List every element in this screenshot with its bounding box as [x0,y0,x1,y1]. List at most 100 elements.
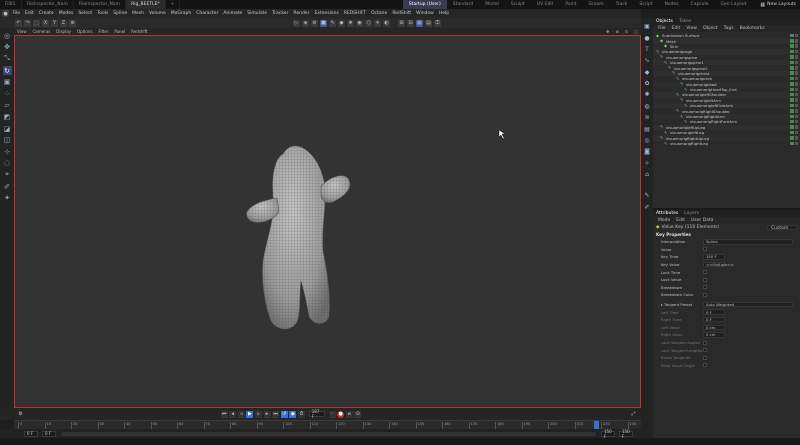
viewport-menu-item[interactable]: Panel [111,29,128,34]
visibility-flags[interactable] [789,39,798,43]
field-icon[interactable]: ⬡ [365,19,372,27]
render-region-icon[interactable]: ◈ [302,19,309,27]
attributes-menu-item[interactable]: Edit [673,218,688,223]
visibility-flags[interactable] [789,125,798,129]
visibility-flags[interactable] [789,136,798,140]
start-frame-field[interactable]: 0 F [42,430,56,437]
attribute-checkbox[interactable] [703,363,707,368]
layout-tab[interactable]: Standard [447,0,479,9]
objects-menu-item[interactable]: File [655,26,669,31]
visibility-flags[interactable] [789,109,798,113]
object-row[interactable]: ✎ visuamorigRightLeg [653,141,800,146]
text-icon[interactable]: T [643,45,652,54]
menu-item[interactable]: Help [436,11,451,16]
menu-item[interactable]: Tools [95,11,111,16]
display-icon[interactable]: ▤ [425,19,432,27]
paint-icon[interactable]: ✎ [643,191,652,200]
min-frame-field[interactable]: 0 F [24,430,38,437]
pen-icon[interactable]: ✎ [329,19,336,27]
menu-item[interactable]: MoGraph [168,11,193,16]
brush-tool-icon[interactable]: ✐ [643,203,652,212]
attribute-checkbox[interactable] [703,277,707,282]
soft-selection-icon[interactable]: ◌ [3,159,12,168]
x-axis-icon[interactable]: X [42,19,49,27]
lock-icon[interactable]: ⚿ [434,19,441,27]
menu-item[interactable]: Spline [111,11,130,16]
cube-icon[interactable]: ■ [320,19,327,27]
attributes-tab[interactable]: Layers [684,211,699,216]
attribute-checkbox[interactable] [703,355,707,360]
go-to-start-icon[interactable]: ⏮ [220,410,228,418]
viewport-menu-item[interactable]: Filter [95,29,111,34]
visibility-flags[interactable] [789,130,798,135]
menu-item[interactable]: Edit [23,11,37,16]
document-tab[interactable]: + [166,0,181,9]
z-axis-icon[interactable]: Z [60,19,67,27]
menu-item[interactable]: Character [194,11,221,16]
layout-tab[interactable]: Sculpt [505,0,531,9]
workplane-icon[interactable]: ▦ [416,19,423,27]
objects-menu-item[interactable]: Bookmarks [737,26,768,31]
menu-item[interactable]: Tracker [270,11,291,16]
effector-icon[interactable]: ✺ [643,90,652,99]
visibility-flags[interactable] [789,141,798,145]
viewport-menu-item[interactable]: Options [74,29,95,34]
max-frame-field[interactable]: 150 F [619,429,633,439]
layout-tab[interactable]: Paint [559,0,582,9]
cube-primitive-icon[interactable]: ▣ [643,22,652,31]
attribute-field[interactable]: 150 F [703,254,725,260]
light-object-icon[interactable]: ✧ [643,159,652,168]
camera-object-icon[interactable]: ◙ [643,147,652,156]
3d-viewport[interactable] [14,35,641,408]
document-tab[interactable]: FileInspector_Nam [74,0,127,9]
edges-mode-icon[interactable]: ▱ [3,101,12,110]
record-icon[interactable]: ● [337,410,345,418]
next-key-icon[interactable]: ▸ [263,410,271,418]
visibility-flags[interactable] [789,103,798,108]
sphere-icon[interactable]: ● [643,34,652,43]
attribute-checkbox[interactable] [703,270,707,275]
objects-menu-item[interactable]: Object [700,26,721,31]
viewport-menu-item[interactable]: Cameras [30,29,54,34]
attributes-menu-item[interactable]: Mode [655,218,673,223]
visibility-flags[interactable] [789,49,798,54]
menu-item[interactable]: Animate [221,11,245,16]
viewport-maximize-icon[interactable]: ▢ [631,29,641,34]
attribute-checkbox[interactable] [703,285,707,290]
layout-tab[interactable]: Gen Layout [715,0,753,9]
grid-icon[interactable]: ⊟ [407,19,414,27]
coordinate-system-icon[interactable]: ⊕ [69,19,76,27]
visibility-flags[interactable] [789,119,798,124]
viewport-menu-item[interactable]: Display [53,29,74,34]
mograph-icon[interactable]: ✿ [643,79,652,88]
attribute-checkbox[interactable] [703,348,707,353]
visibility-flags[interactable] [789,98,798,102]
menu-item[interactable]: Modes [56,11,76,16]
cloner-icon[interactable]: ❖ [347,19,354,27]
previous-key-icon[interactable]: ◂ [229,410,237,418]
menu-item[interactable]: Window [414,11,437,16]
deformer-icon[interactable]: ◉ [356,19,363,27]
document-tab[interactable]: FileInspector_Nam [22,0,74,9]
visibility-flags[interactable] [789,60,798,65]
autokey-icon[interactable]: ◦ [328,410,336,418]
timeline-expand-icon[interactable]: ⤢ [630,411,637,418]
viewport-menu-item[interactable]: View [14,29,30,34]
menu-item[interactable]: REDSHIFT [341,11,368,16]
brush-icon[interactable]: ✐ [3,182,12,191]
menu-item[interactable]: File [10,11,23,16]
field-object-icon[interactable]: ◍ [643,102,652,111]
camera-icon[interactable]: ◐ [383,19,390,27]
attribute-field[interactable]: 0 cm [703,324,725,331]
timeline-ruler[interactable]: 0 10 20 30 40 50 60 70 80 90 100 110 120 130 140 150 160… [14,420,641,429]
menu-item[interactable]: Volume [147,11,169,16]
motion-icon[interactable]: ⊙ [354,410,362,418]
transform-icon[interactable]: ▣ [3,78,12,87]
timeline-settings-icon[interactable]: ⚙ [17,411,24,418]
visibility-flags[interactable] [789,44,798,48]
objects-menu-item[interactable]: Edit [669,26,684,31]
play-icon[interactable]: ▶ [246,410,254,418]
visibility-flags[interactable] [789,33,798,38]
viewport-menu-item[interactable]: RedshIft [128,29,150,34]
render-view-icon[interactable]: ▷ [293,19,300,27]
